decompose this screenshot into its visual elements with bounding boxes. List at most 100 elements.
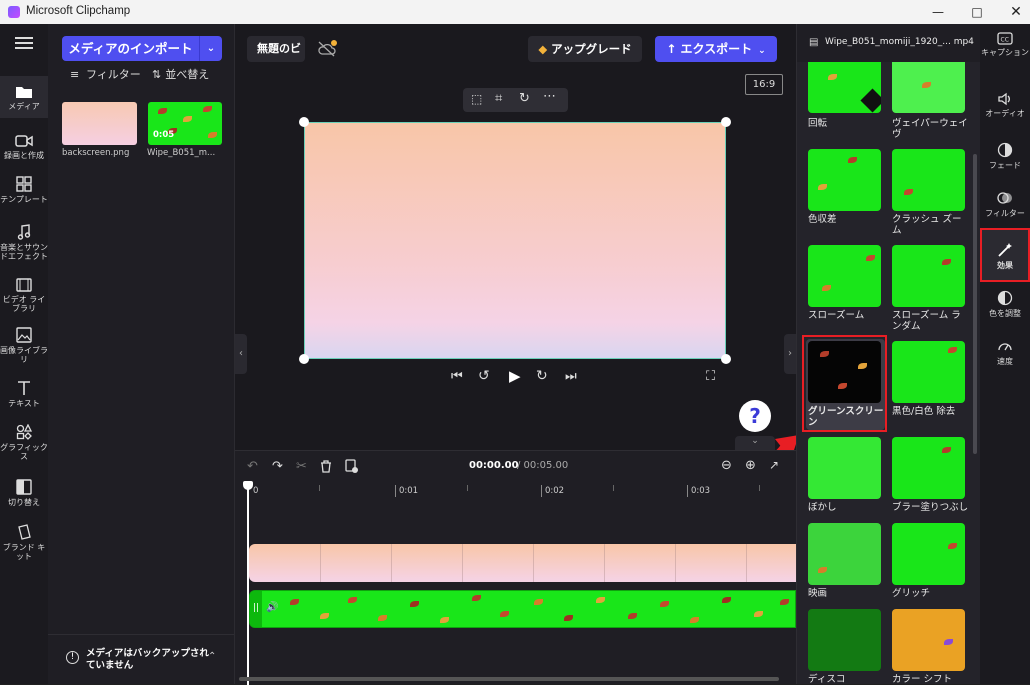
fade-icon	[997, 142, 1013, 158]
effect-label: ぼかし	[808, 502, 837, 513]
sort-button[interactable]: ⇅ 並べ替え	[152, 68, 224, 81]
video-clip-track[interactable]: || 🔊	[249, 590, 796, 628]
effect-thumb-green-screen[interactable]	[808, 341, 881, 403]
redo-icon[interactable]: ↷	[272, 459, 283, 474]
effect-thumb-vaporwave[interactable]	[892, 62, 965, 113]
undo-icon[interactable]: ↶	[247, 459, 258, 474]
right-navigation: CC キャプション オーディオ フェード フィルター 効果 色を調整 速度	[980, 24, 1030, 684]
rotate-icon[interactable]: ↻	[519, 91, 530, 106]
effect-thumb-slow-zoom-random[interactable]	[892, 245, 965, 307]
filter-button[interactable]: ≡ フィルター	[70, 68, 145, 81]
volume-icon[interactable]: 🔊	[266, 602, 278, 613]
skip-to-end-icon[interactable]: ⏭	[565, 369, 577, 384]
nav-filters[interactable]: フィルター	[980, 190, 1030, 218]
upload-icon: ↑	[666, 42, 677, 56]
effect-thumb-disco[interactable]	[808, 609, 881, 671]
preview-area: 無題のビ ◆ アップグレード ↑ エクスポート ⌄ 16:9 ⬚ ⌗ ↻ ⋯ ‹ › …	[235, 24, 796, 450]
nav-transitions[interactable]: 切り替え	[0, 479, 48, 507]
nav-filters-label: フィルター	[985, 209, 1025, 218]
video-canvas[interactable]	[304, 122, 726, 359]
effect-thumb-rotate[interactable]	[808, 62, 881, 113]
effect-thumb-black-white-remove[interactable]	[892, 341, 965, 403]
image-clip-track[interactable]	[249, 544, 796, 582]
effect-thumb-color-shift[interactable]	[892, 609, 965, 671]
zoom-out-icon[interactable]: ⊖	[721, 458, 732, 473]
zoom-in-icon[interactable]: ⊕	[745, 458, 756, 473]
nav-effects[interactable]: 効果	[980, 228, 1030, 282]
filter-icon: ≡	[70, 68, 80, 81]
effects-file-name: Wipe_B051_momiji_1920_... mp4	[825, 37, 974, 47]
effects-panel-header: ▤ Wipe_B051_momiji_1920_... mp4	[797, 24, 980, 62]
import-dropdown-button[interactable]: ⌄	[199, 36, 222, 61]
transition-icon	[16, 479, 32, 495]
chevron-up-icon[interactable]: ⌃	[208, 651, 216, 662]
fit-icon[interactable]: ⬚	[471, 92, 482, 106]
effect-thumb-blur[interactable]	[808, 437, 881, 499]
nav-fade[interactable]: フェード	[980, 142, 1030, 170]
import-media-label: メディアのインポート	[68, 41, 193, 56]
upgrade-button[interactable]: ◆ アップグレード	[528, 36, 642, 62]
gem-icon: ◆	[538, 42, 548, 56]
more-icon[interactable]: ⋯	[543, 89, 556, 104]
maximize-button[interactable]: □	[957, 0, 997, 24]
minimize-button[interactable]: —	[918, 0, 958, 24]
nav-text[interactable]: テキスト	[0, 380, 48, 408]
resize-handle[interactable]	[721, 354, 731, 364]
resize-handle[interactable]	[721, 117, 731, 127]
split-icon[interactable]: ✂	[296, 459, 307, 474]
cloud-off-icon[interactable]	[317, 40, 337, 58]
window-title: Microsoft Clipchamp	[26, 5, 131, 17]
play-button[interactable]: ▶	[509, 367, 521, 385]
fullscreen-icon[interactable]: ⛶	[706, 369, 715, 384]
nav-record-create[interactable]: 録画と作成	[0, 134, 48, 160]
media-thumbnail-backscreen[interactable]	[62, 102, 137, 145]
crop-icon[interactable]: ⌗	[495, 91, 502, 106]
drag-handle-icon: ||	[253, 603, 260, 613]
effects-scrollbar[interactable]	[973, 154, 977, 454]
aspect-ratio-button[interactable]: 16:9	[745, 74, 783, 95]
export-button[interactable]: ↑ エクスポート ⌄	[655, 36, 777, 62]
text-icon	[18, 381, 30, 395]
effect-label: スローズーム	[808, 310, 865, 321]
film-icon	[16, 278, 32, 292]
delete-icon[interactable]	[320, 458, 332, 473]
nav-speed[interactable]: 速度	[980, 338, 1030, 366]
collapse-left-panel-button[interactable]: ‹	[235, 334, 247, 374]
effects-panel: ▤ Wipe_B051_momiji_1920_... mp4 回転 ヴェイパー…	[796, 24, 980, 684]
effect-thumb-cinema[interactable]	[808, 523, 881, 585]
effect-thumb-glitch[interactable]	[892, 523, 965, 585]
project-title-field[interactable]: 無題のビ	[247, 36, 305, 62]
nav-captions[interactable]: CC キャプション	[980, 32, 1030, 57]
nav-image-library[interactable]: 画像ライブラリ	[0, 327, 48, 364]
nav-brand-kit[interactable]: ブランド キット	[0, 524, 48, 561]
nav-color-adjust[interactable]: 色を調整	[980, 290, 1030, 318]
effect-thumb-crash-zoom[interactable]	[892, 149, 965, 211]
nav-video-library-label: ビデオ ライブラリ	[2, 295, 46, 313]
effect-thumb-chromatic[interactable]	[808, 149, 881, 211]
forward-5s-icon[interactable]: ↻	[536, 368, 548, 384]
effects-grid: 回転 ヴェイパーウェイヴ 色収差 クラッシュ ズーム スローズーム スローズーム…	[797, 62, 980, 684]
expand-icon[interactable]: ↗	[769, 458, 779, 472]
media-thumbnail-wipe[interactable]: 0:05	[148, 102, 222, 145]
nav-graphics[interactable]: グラフィックス	[0, 424, 48, 461]
time-ruler[interactable]: 0 0:01 0:02 0:03	[249, 483, 796, 499]
import-media-button[interactable]: メディアのインポート	[62, 36, 199, 61]
nav-video-library[interactable]: ビデオ ライブラリ	[0, 278, 48, 313]
effect-thumb-slow-zoom[interactable]	[808, 245, 881, 307]
nav-media[interactable]: メディア	[0, 76, 48, 118]
hamburger-menu-button[interactable]	[0, 36, 48, 60]
nav-audio[interactable]: オーディオ	[980, 92, 1030, 118]
svg-text:CC: CC	[1001, 37, 1009, 44]
timeline-scrollbar[interactable]	[239, 677, 779, 681]
resize-handle[interactable]	[299, 117, 309, 127]
add-clip-icon[interactable]	[345, 458, 358, 473]
nav-music[interactable]: 音楽とサウンドエフェクト	[0, 224, 48, 261]
nav-templates[interactable]: テンプレート	[0, 176, 48, 204]
effect-thumb-blur-fill[interactable]	[892, 437, 965, 499]
rewind-5s-icon[interactable]: ↺	[478, 368, 490, 384]
resize-handle[interactable]	[299, 354, 309, 364]
playhead[interactable]	[247, 483, 249, 685]
close-button[interactable]: ✕	[996, 0, 1030, 24]
skip-to-start-icon[interactable]: ⏮	[451, 369, 463, 384]
collapse-right-panel-button[interactable]: ›	[784, 334, 796, 374]
